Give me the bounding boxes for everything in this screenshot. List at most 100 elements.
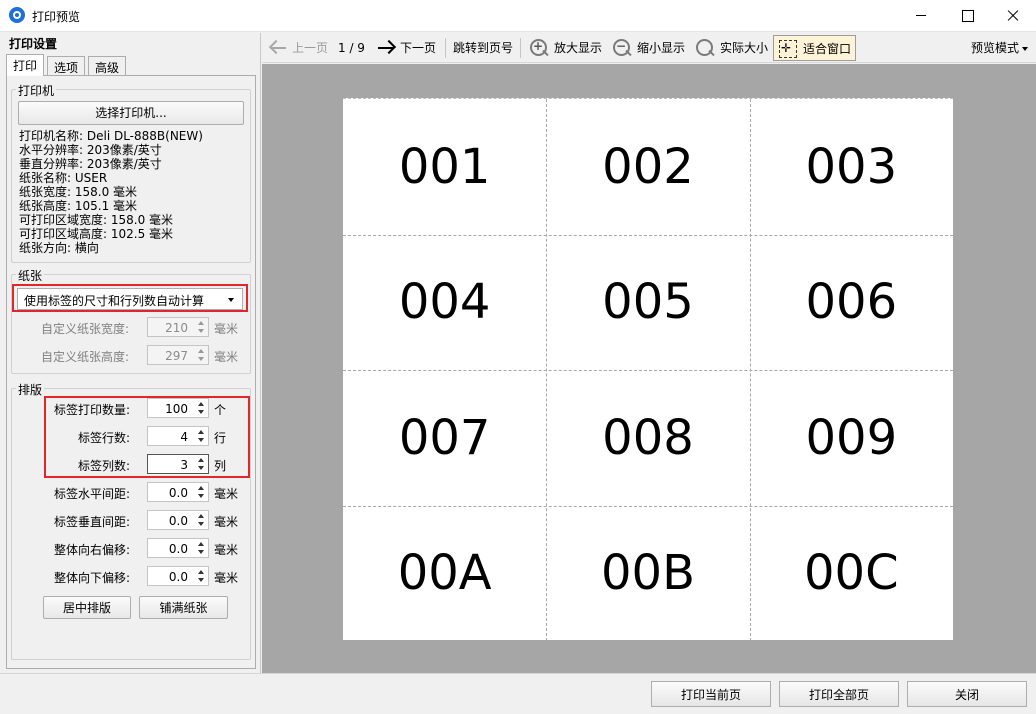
chevron-down-icon [228,298,234,302]
printable-width: 可打印区域宽度: 158.0 毫米 [19,213,174,227]
panel-title: 打印设置 [9,37,58,51]
offset-right-value: 0.0 [168,542,188,556]
fill-paper-button[interactable]: 铺满纸张 [139,596,228,619]
horizontal-spacing-value: 0.0 [168,486,188,500]
custom-width-value: 210 [165,321,188,335]
label-count-unit: 个 [214,403,227,417]
offset-down-value: 0.0 [168,570,188,584]
zoom-in-icon[interactable]: + [529,38,549,58]
spin-arrows-icon[interactable] [196,429,206,443]
preview-canvas[interactable]: 001 002 003 004 005 006 007 008 009 00A 00B 00C [262,64,1036,673]
page-indicator: 1 / 9 [338,41,365,55]
close-window-button[interactable] [990,0,1036,31]
spin-arrows-icon[interactable] [196,513,206,527]
label-columns-label: 标签列数: [77,459,130,473]
label-cell: 009 [805,409,898,466]
label-rows-stepper[interactable]: 4 [147,426,209,446]
offset-right-unit: 毫米 [214,543,239,557]
actual-size-icon[interactable] [695,38,715,58]
label-count-value: 100 [165,402,188,416]
layout-group-title: 排版 [16,381,45,398]
custom-height-label: 自定义纸张高度: [40,350,129,364]
spin-arrows-icon[interactable] [196,485,206,499]
paper-mode-select[interactable]: 使用标签的尺寸和行列数自动计算 [17,288,243,310]
select-printer-button[interactable]: 选择打印机... [18,101,244,125]
label-cell: 007 [398,409,491,466]
fit-window-label: 适合窗口 [803,42,852,56]
chevron-down-icon [1022,46,1028,51]
label-count-stepper[interactable]: 100 [147,398,209,418]
label-columns-stepper[interactable]: 3 [147,454,209,474]
zoom-in-button[interactable]: 放大显示 [554,33,602,63]
label-cell: 004 [398,274,491,331]
spin-arrows-icon[interactable] [196,569,206,583]
print-current-page-button[interactable]: 打印当前页 [651,681,771,707]
arrow-left-icon[interactable] [268,38,288,58]
offset-right-label: 整体向右偏移: [53,543,130,557]
actual-size-button[interactable]: 实际大小 [720,33,768,63]
goto-page-button[interactable]: 跳转到页号 [453,33,513,63]
print-settings-panel: 打印设置 打印 选项 高级 打印机 选择打印机... 打印机名称: Deli D… [0,33,261,673]
label-rows-unit: 行 [214,431,227,445]
tab-print[interactable]: 打印 [6,54,45,76]
preview-page: 001 002 003 004 005 006 007 008 009 00A 00B 00C [343,98,953,641]
label-cell: 00B [600,545,695,602]
print-all-pages-button[interactable]: 打印全部页 [779,681,899,707]
preview-toolbar: 上一页 1 / 9 下一页 跳转到页号 + 放大显示 − 缩小显示 实际大小 适… [262,33,1036,63]
paper-width: 纸张宽度: 158.0 毫米 [19,185,138,199]
spin-arrows-icon[interactable] [196,320,206,334]
spin-arrows-icon[interactable] [196,457,206,471]
fit-window-button[interactable]: 适合窗口 [773,35,856,61]
printer-group-title: 打印机 [16,82,57,99]
center-layout-button[interactable]: 居中排版 [43,596,131,619]
label-rows-label: 标签行数: [77,431,130,445]
horizontal-spacing-label: 标签水平间距: [53,487,130,501]
paper-mode-value: 使用标签的尺寸和行列数自动计算 [24,294,205,308]
close-button[interactable]: 关闭 [907,681,1027,707]
vertical-spacing-unit: 毫米 [214,515,239,529]
row-divider [343,505,953,507]
label-cell: 00A [397,545,492,602]
custom-width-unit: 毫米 [214,322,239,336]
label-cell: 003 [805,138,898,195]
label-count-label: 标签打印数量: [53,403,130,417]
custom-width-stepper[interactable]: 210 [147,317,209,337]
custom-height-value: 297 [165,349,188,363]
toolbar-divider [520,38,521,58]
next-page-button[interactable]: 下一页 [400,33,436,63]
custom-height-unit: 毫米 [214,350,239,364]
arrow-right-icon[interactable] [376,38,396,58]
label-columns-unit: 列 [214,459,227,473]
custom-height-stepper[interactable]: 297 [147,345,209,365]
zoom-out-icon[interactable]: − [612,38,632,58]
minimize-button[interactable] [898,0,944,31]
offset-right-stepper[interactable]: 0.0 [147,538,209,558]
app-logo-icon [9,7,25,23]
bottom-bar: 打印当前页 打印全部页 关闭 [0,673,1036,714]
spin-arrows-icon[interactable] [196,401,206,415]
toolbar-divider [445,38,446,58]
custom-width-label: 自定义纸张宽度: [40,322,129,336]
vertical-resolution: 垂直分辨率: 203像素/英寸 [19,157,162,171]
tab-advanced[interactable]: 高级 [88,56,127,76]
prev-page-button[interactable]: 上一页 [292,33,328,63]
horizontal-spacing-stepper[interactable]: 0.0 [147,482,209,502]
offset-down-label: 整体向下偏移: [53,571,130,585]
vertical-spacing-stepper[interactable]: 0.0 [147,510,209,530]
label-cell: 002 [602,138,694,195]
preview-mode-dropdown[interactable]: 预览模式 [971,33,1028,63]
vertical-spacing-value: 0.0 [168,514,188,528]
preview-mode-label: 预览模式 [970,41,1019,55]
horizontal-resolution: 水平分辨率: 203像素/英寸 [19,143,162,157]
offset-down-stepper[interactable]: 0.0 [147,566,209,586]
maximize-button[interactable] [944,0,990,31]
spin-arrows-icon[interactable] [196,348,206,362]
spin-arrows-icon[interactable] [196,541,206,555]
label-cell: 005 [602,274,694,331]
tab-options[interactable]: 选项 [47,56,86,76]
horizontal-spacing-unit: 毫米 [214,487,239,501]
zoom-out-button[interactable]: 缩小显示 [637,33,685,63]
window-title: 打印预览 [32,10,81,24]
printer-name: 打印机名称: Deli DL-888B(NEW) [19,129,203,143]
label-cell: 008 [602,409,694,466]
